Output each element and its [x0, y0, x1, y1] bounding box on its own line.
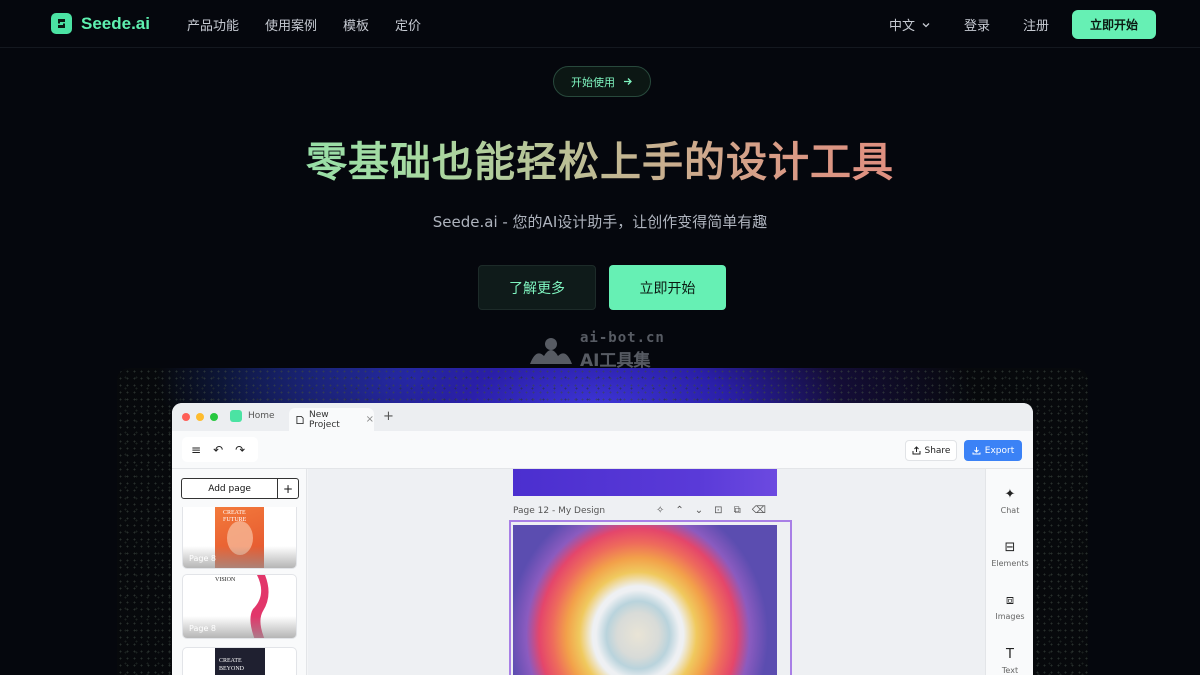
- thumbnail-title: CREATE FUTURE: [223, 510, 247, 523]
- redo-icon[interactable]: ↷: [235, 443, 245, 457]
- image-icon: ⧈: [1005, 593, 1015, 608]
- logo-icon: [51, 13, 72, 34]
- sparkle-icon[interactable]: ✧: [656, 505, 664, 516]
- nav-link-features[interactable]: 产品功能: [187, 15, 239, 34]
- register-link[interactable]: 注册: [1023, 15, 1049, 34]
- arrow-right-icon: [624, 78, 632, 85]
- add-page-label: Add page: [208, 483, 251, 494]
- new-tab-icon[interactable]: +: [383, 409, 394, 424]
- tab-home-label: Home: [248, 411, 275, 421]
- hero-subtitle: Seede.ai - 您的AI设计助手，让创作变得简单有趣: [432, 213, 768, 231]
- tool-text-label: Text: [1001, 666, 1019, 675]
- tool-images-label: Images: [995, 612, 1025, 621]
- start-now-button[interactable]: 立即开始: [609, 265, 726, 310]
- window-titlebar: Home New Project × +: [172, 403, 1033, 431]
- history-controls: ≡ ↶ ↷: [182, 437, 258, 462]
- menu-icon[interactable]: ≡: [191, 443, 201, 457]
- chevron-down-icon: [922, 22, 930, 27]
- app-window: Home New Project × + ≡ ↶ ↷ Share Export …: [172, 403, 1033, 675]
- chevron-down-icon[interactable]: ⌄: [695, 505, 703, 516]
- brand-name: Seede.ai: [81, 13, 150, 33]
- undo-icon[interactable]: ↶: [213, 443, 223, 457]
- thumbnail-title: CREATE BEYOND: [219, 658, 244, 672]
- language-selector[interactable]: 中文: [889, 15, 931, 34]
- watermark: ai-bot.cn AI工具集: [528, 330, 665, 371]
- tab-new-project-label: New Project: [309, 409, 340, 430]
- nav-link-pricing[interactable]: 定价: [395, 15, 421, 34]
- previous-page-preview[interactable]: [513, 469, 777, 496]
- sparkle-icon: ✦: [1004, 487, 1016, 502]
- page-thumbnail[interactable]: CREATE FUTURE Page 8: [182, 507, 297, 569]
- pill-label: 开始使用: [571, 75, 615, 89]
- login-link[interactable]: 登录: [964, 15, 990, 34]
- editor-toolbar: ≡ ↶ ↷ Share Export: [172, 431, 1033, 469]
- thumbnail-art: CREATE BEYOND: [215, 648, 265, 675]
- maximize-window-icon[interactable]: [210, 413, 218, 421]
- app-logo-icon: [230, 410, 242, 422]
- share-icon: [912, 446, 920, 455]
- close-icon[interactable]: ×: [366, 414, 374, 425]
- pages-panel: Add page + CREATE FUTURE Page 8 VISION P…: [172, 469, 307, 675]
- page-thumbnail[interactable]: CREATE BEYOND: [182, 647, 297, 675]
- tool-elements-label: Elements: [991, 559, 1029, 568]
- tool-images[interactable]: ⧈ Images: [986, 593, 1033, 621]
- page-thumbnail[interactable]: VISION Page 8: [182, 574, 297, 639]
- learn-more-button[interactable]: 了解更多: [478, 265, 596, 310]
- export-button[interactable]: Export: [964, 440, 1022, 461]
- get-started-pill[interactable]: 开始使用: [553, 66, 651, 97]
- tool-chat-label: Chat: [1000, 506, 1020, 515]
- document-icon: [296, 415, 304, 424]
- design-artwork[interactable]: [513, 525, 777, 675]
- add-page-button[interactable]: Add page +: [181, 478, 299, 499]
- page-actions: ✧ ⌃ ⌄ ⊡ ⧉ ⌫: [656, 505, 766, 516]
- tab-home[interactable]: Home: [230, 410, 275, 422]
- tab-new-project[interactable]: New Project ×: [289, 408, 374, 431]
- logo[interactable]: Seede.ai: [51, 13, 150, 34]
- nav-start-button[interactable]: 立即开始: [1072, 10, 1156, 39]
- duplicate-icon[interactable]: ⧉: [734, 505, 741, 516]
- plus-icon[interactable]: +: [277, 479, 298, 498]
- minimize-window-icon[interactable]: [196, 413, 204, 421]
- language-label: 中文: [889, 19, 916, 34]
- download-icon: [972, 447, 981, 455]
- thumbnail-label: Page 8: [183, 546, 296, 568]
- lock-icon[interactable]: ⊡: [714, 505, 722, 516]
- thumbnail-label: Page 8: [183, 616, 296, 638]
- close-window-icon[interactable]: [182, 413, 190, 421]
- share-button[interactable]: Share: [905, 440, 957, 461]
- nav-link-templates[interactable]: 模板: [343, 15, 369, 34]
- hero-title: 零基础也能轻松上手的设计工具: [0, 128, 1200, 188]
- chevron-up-icon[interactable]: ⌃: [675, 505, 683, 516]
- tools-panel: ✦ Chat ⊟ Elements ⧈ Images T Text: [985, 469, 1033, 675]
- elements-icon: ⊟: [1004, 540, 1016, 555]
- export-label: Export: [984, 445, 1015, 456]
- watermark-logo-icon: [530, 337, 572, 364]
- nav-links: 产品功能 使用案例 模板 定价: [187, 15, 421, 34]
- watermark-domain: ai-bot.cn: [580, 330, 665, 346]
- share-label: Share: [924, 445, 951, 456]
- text-icon: T: [1006, 647, 1014, 662]
- trash-icon[interactable]: ⌫: [752, 505, 766, 516]
- tool-elements[interactable]: ⊟ Elements: [986, 540, 1033, 568]
- tool-text[interactable]: T Text: [986, 647, 1033, 675]
- tool-chat[interactable]: ✦ Chat: [986, 487, 1033, 515]
- nav-link-cases[interactable]: 使用案例: [265, 15, 317, 34]
- top-nav: Seede.ai 产品功能 使用案例 模板 定价 中文 登录 注册 立即开始: [0, 0, 1200, 48]
